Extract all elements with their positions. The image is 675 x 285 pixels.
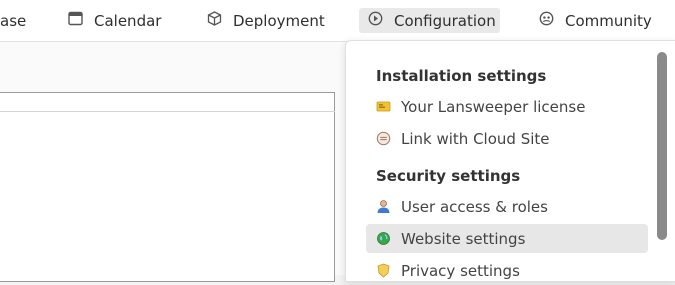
menu-item-link-cloud-site[interactable]: Link with Cloud Site <box>366 124 648 153</box>
menu-item-label: User access & roles <box>401 197 548 216</box>
menu-item-label: Website settings <box>401 229 526 248</box>
menu-item-privacy-settings[interactable]: Privacy settings <box>366 256 648 285</box>
scrollbar-thumb[interactable] <box>657 52 667 240</box>
package-icon <box>207 11 222 30</box>
globe-icon <box>376 231 391 246</box>
panel-divider <box>0 111 335 112</box>
shield-icon <box>376 263 391 278</box>
cloud-link-icon <box>376 131 391 146</box>
menu-item-label: Link with Cloud Site <box>401 129 550 148</box>
top-navigation-bar: ase Calendar Deployment Configuration Co… <box>0 0 675 42</box>
menu-item-label: Privacy settings <box>401 261 520 280</box>
gear-circle-icon <box>368 11 383 30</box>
menu-item-website-settings[interactable]: Website settings <box>366 224 648 253</box>
nav-item-configuration[interactable]: Configuration <box>359 8 500 33</box>
user-icon <box>376 199 391 214</box>
nav-item-deployment[interactable]: Deployment <box>207 8 325 33</box>
configuration-dropdown-menu: Installation settings Your Lansweeper li… <box>345 40 675 282</box>
nav-label-database: ase <box>0 11 27 30</box>
dropdown-scrollbar[interactable] <box>657 52 667 274</box>
nav-label-configuration: Configuration <box>394 11 496 30</box>
content-panel <box>0 92 335 282</box>
nav-item-community[interactable]: Community <box>539 8 652 33</box>
calendar-icon <box>68 11 83 30</box>
menu-item-label: Your Lansweeper license <box>401 97 586 116</box>
nav-label-calendar: Calendar <box>94 11 162 30</box>
menu-item-lansweeper-license[interactable]: Your Lansweeper license <box>366 92 648 121</box>
nav-label-community: Community <box>565 11 652 30</box>
nav-item-calendar[interactable]: Calendar <box>68 8 161 33</box>
nav-item-database[interactable]: ase <box>0 8 26 33</box>
license-card-icon <box>376 99 391 114</box>
nav-label-deployment: Deployment <box>233 11 325 30</box>
section-heading-installation: Installation settings <box>376 67 547 85</box>
section-heading-security: Security settings <box>376 167 521 185</box>
menu-item-user-access-roles[interactable]: User access & roles <box>366 192 648 221</box>
people-icon <box>539 11 554 30</box>
